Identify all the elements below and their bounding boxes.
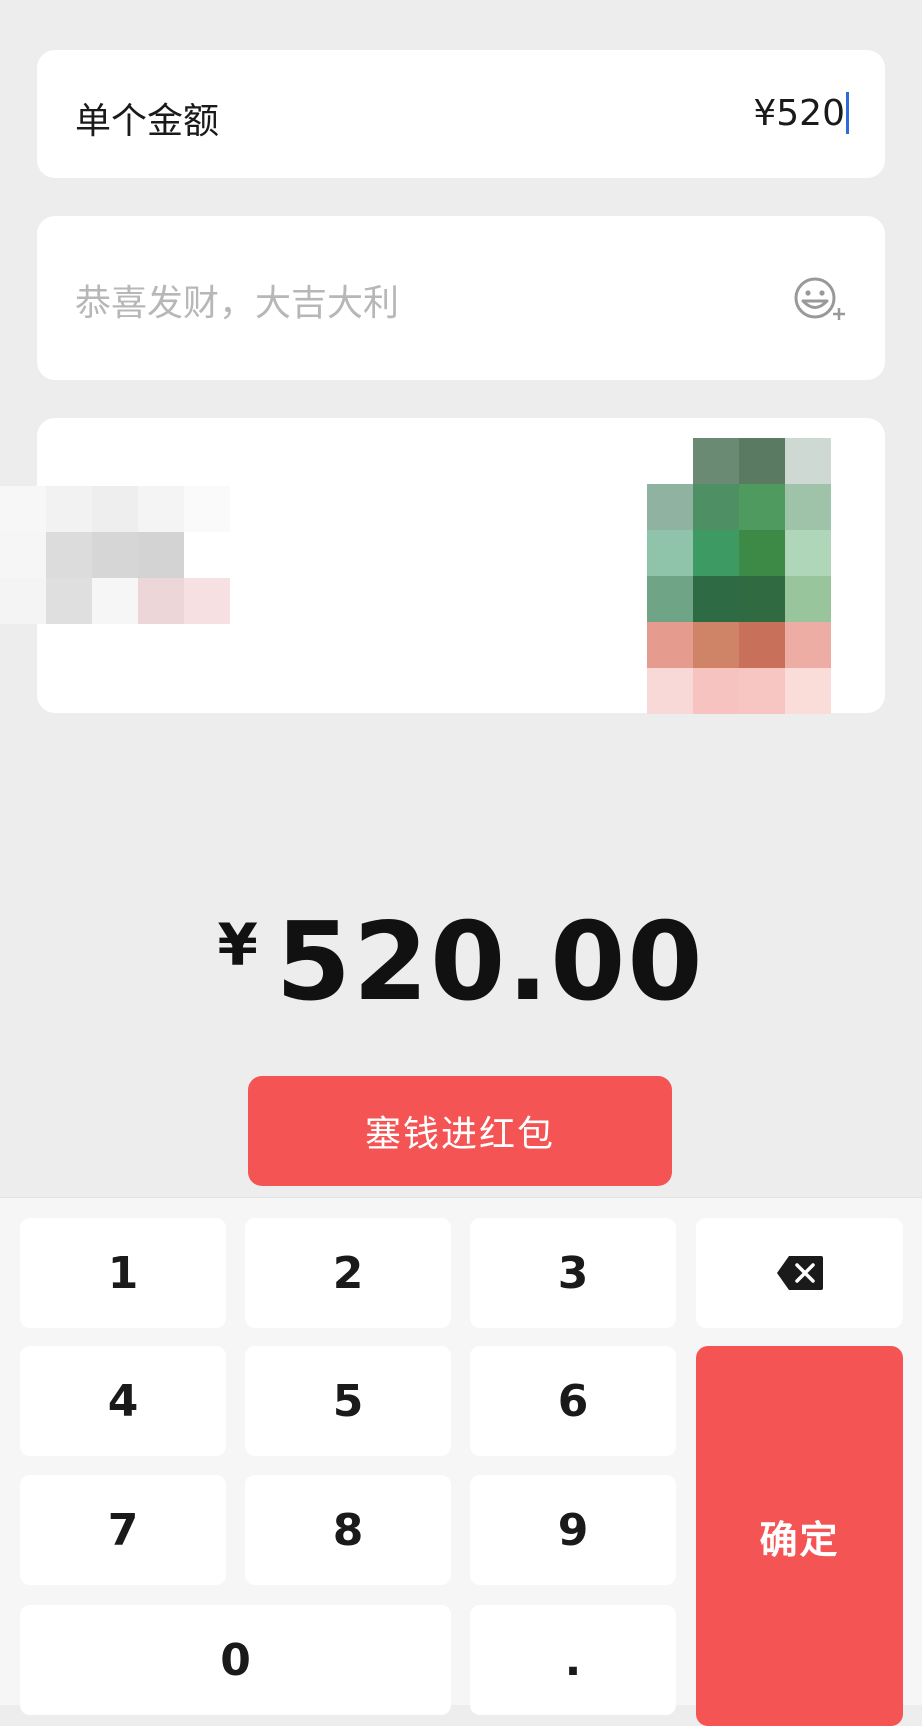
amount-row[interactable]: 单个金额 ¥520 bbox=[37, 50, 885, 178]
total-currency: ¥ bbox=[217, 911, 258, 979]
mosaic-pixel bbox=[0, 486, 46, 532]
emoji-add-icon[interactable] bbox=[793, 274, 849, 326]
mosaic-pixel bbox=[739, 530, 785, 576]
mosaic-pixel bbox=[92, 578, 138, 624]
mosaic-pixel bbox=[785, 622, 831, 668]
mosaic-pixel bbox=[739, 576, 785, 622]
mosaic-pixel bbox=[0, 532, 46, 578]
mosaic-pixel bbox=[647, 622, 693, 668]
cover-text-mosaic bbox=[0, 486, 276, 624]
greeting-placeholder: 恭喜发财，大吉大利 bbox=[75, 283, 400, 324]
key-5[interactable]: 5 bbox=[245, 1346, 451, 1456]
mosaic-pixel bbox=[693, 668, 739, 714]
mosaic-pixel bbox=[739, 438, 785, 484]
key-2[interactable]: 2 bbox=[245, 1218, 451, 1328]
mosaic-pixel bbox=[693, 576, 739, 622]
total-value: 520.00 bbox=[275, 900, 705, 1025]
mosaic-pixel bbox=[785, 668, 831, 714]
mosaic-pixel bbox=[693, 622, 739, 668]
mosaic-pixel bbox=[693, 438, 739, 484]
amount-input[interactable]: ¥520 bbox=[753, 92, 849, 134]
mosaic-pixel bbox=[138, 532, 184, 578]
amount-input-value: ¥520 bbox=[753, 92, 845, 134]
key-dot[interactable]: . bbox=[470, 1605, 676, 1715]
mosaic-pixel bbox=[46, 578, 92, 624]
text-caret bbox=[846, 92, 849, 134]
key-6[interactable]: 6 bbox=[470, 1346, 676, 1456]
mosaic-pixel bbox=[739, 622, 785, 668]
mosaic-pixel bbox=[693, 484, 739, 530]
key-3[interactable]: 3 bbox=[470, 1218, 676, 1328]
key-4[interactable]: 4 bbox=[20, 1346, 226, 1456]
mosaic-pixel bbox=[92, 532, 138, 578]
red-packet-cover[interactable] bbox=[0, 418, 885, 714]
mosaic-pixel bbox=[647, 438, 693, 484]
mosaic-pixel bbox=[785, 530, 831, 576]
mosaic-pixel bbox=[138, 578, 184, 624]
greeting-input[interactable]: 恭喜发财，大吉大利 bbox=[37, 216, 885, 380]
amount-label: 单个金额 bbox=[75, 101, 220, 142]
cover-image-mosaic bbox=[647, 438, 831, 714]
key-8[interactable]: 8 bbox=[245, 1475, 451, 1585]
mosaic-pixel bbox=[0, 578, 46, 624]
mosaic-pixel bbox=[785, 576, 831, 622]
backspace-key[interactable] bbox=[696, 1218, 903, 1328]
mosaic-pixel bbox=[230, 578, 276, 624]
mosaic-pixel bbox=[184, 578, 230, 624]
key-1[interactable]: 1 bbox=[20, 1218, 226, 1328]
mosaic-pixel bbox=[230, 532, 276, 578]
mosaic-pixel bbox=[46, 532, 92, 578]
confirm-button[interactable]: 确定 bbox=[696, 1346, 903, 1726]
backspace-icon bbox=[775, 1254, 825, 1292]
mosaic-pixel bbox=[184, 532, 230, 578]
key-7[interactable]: 7 bbox=[20, 1475, 226, 1585]
total-amount: ¥520.00 bbox=[0, 900, 922, 1025]
mosaic-pixel bbox=[184, 486, 230, 532]
mosaic-pixel bbox=[138, 486, 184, 532]
mosaic-pixel bbox=[739, 668, 785, 714]
mosaic-pixel bbox=[647, 484, 693, 530]
mosaic-pixel bbox=[785, 484, 831, 530]
key-9[interactable]: 9 bbox=[470, 1475, 676, 1585]
stuff-money-button[interactable]: 塞钱进红包 bbox=[248, 1076, 672, 1186]
number-keypad: 1 2 3 4 5 6 7 8 9 0 . 确定 bbox=[0, 1197, 922, 1726]
mosaic-pixel bbox=[92, 486, 138, 532]
mosaic-pixel bbox=[230, 486, 276, 532]
mosaic-pixel bbox=[693, 530, 739, 576]
mosaic-pixel bbox=[647, 668, 693, 714]
mosaic-pixel bbox=[739, 484, 785, 530]
mosaic-pixel bbox=[647, 576, 693, 622]
mosaic-pixel bbox=[46, 486, 92, 532]
key-0[interactable]: 0 bbox=[20, 1605, 451, 1715]
mosaic-pixel bbox=[785, 438, 831, 484]
mosaic-pixel bbox=[647, 530, 693, 576]
